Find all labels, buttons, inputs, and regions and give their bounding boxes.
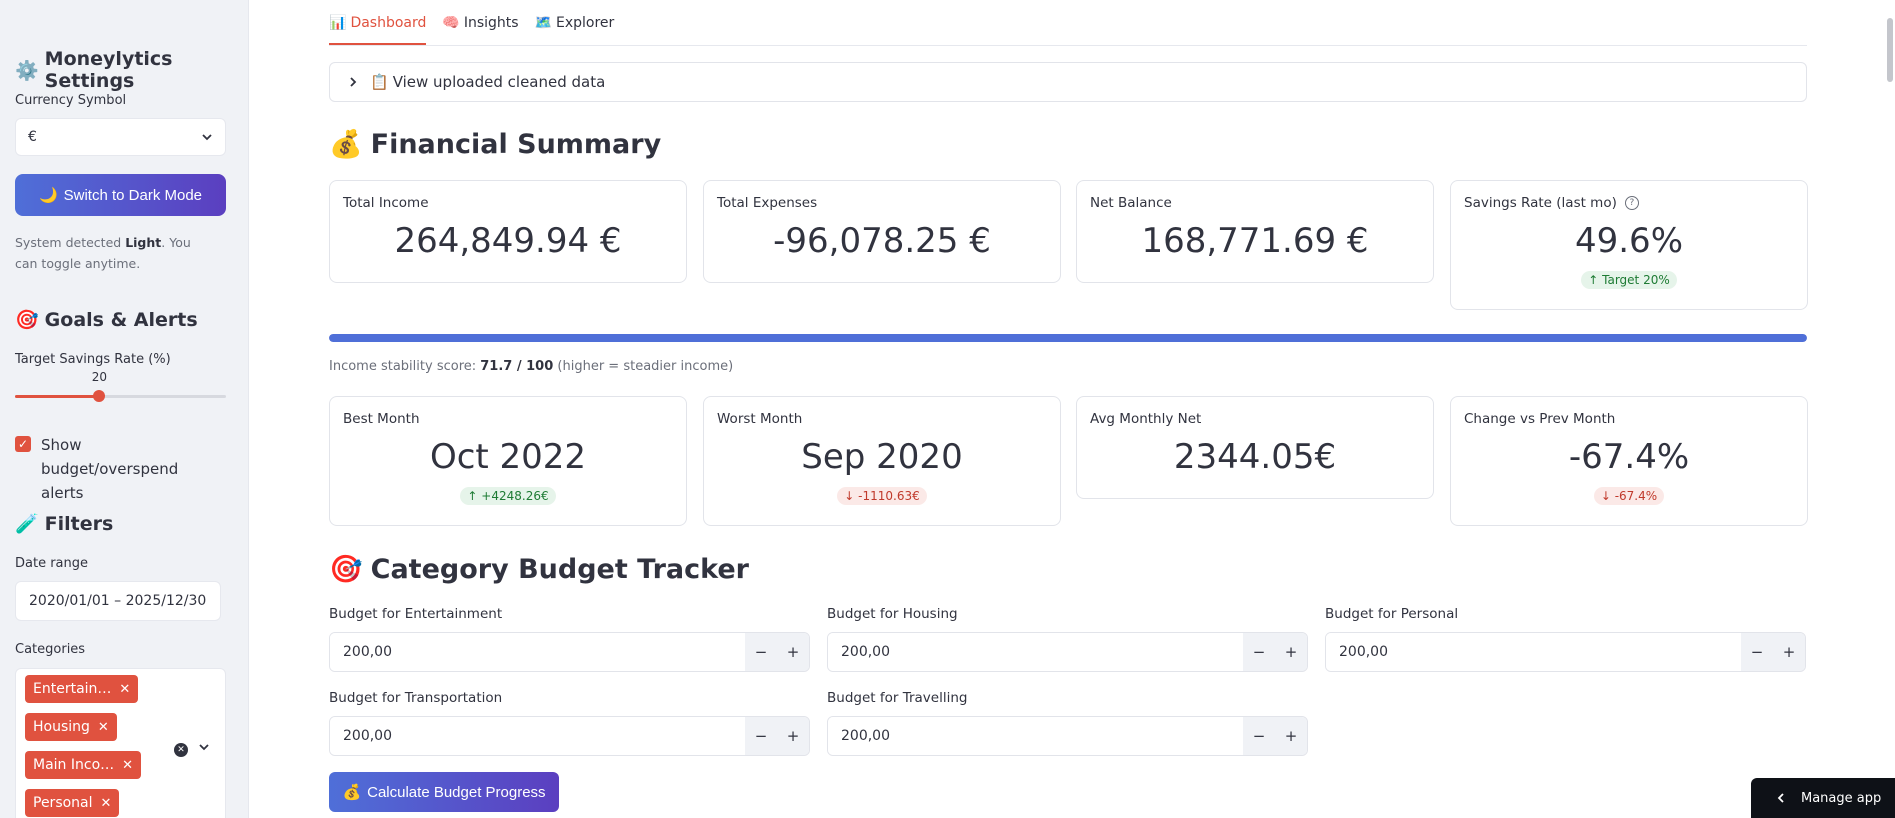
expander-label: View uploaded cleaned data: [392, 73, 606, 91]
gear-icon: ⚙️: [15, 59, 39, 82]
category-tag[interactable]: Housing ✕: [25, 713, 117, 741]
target-icon: 🎯: [15, 309, 39, 331]
increment-button[interactable]: +: [777, 633, 809, 671]
increment-button[interactable]: +: [1275, 633, 1307, 671]
decrement-button[interactable]: −: [745, 717, 777, 755]
metric-avg-monthly-net: Avg Monthly Net 2344.05€: [1076, 396, 1434, 499]
chevron-down-icon[interactable]: [198, 741, 210, 757]
map-icon: 🗺️: [534, 15, 553, 31]
worst-month-delta: ↓ -1110.63€: [837, 487, 927, 505]
metric-savings-rate: Savings Rate (last mo)? 49.6% ↑ Target 2…: [1450, 180, 1808, 310]
budget-input-entertainment[interactable]: 200,00 − +: [329, 632, 810, 672]
alerts-checkbox[interactable]: ✓: [15, 436, 31, 452]
metric-total-income: Total Income 264,849.94 €: [329, 180, 687, 283]
metric-worst-month: Worst Month Sep 2020 ↓ -1110.63€: [703, 396, 1061, 526]
moon-icon: 🌙: [38, 187, 58, 204]
decrement-button[interactable]: −: [1243, 633, 1275, 671]
chevron-down-icon: [202, 134, 212, 141]
tab-insights[interactable]: 🧠 Insights: [442, 15, 518, 45]
target-icon: 🎯: [329, 554, 363, 585]
budget-input-transportation[interactable]: 200,00 − +: [329, 716, 810, 756]
best-month-delta: ↑ +4248.26€: [460, 487, 556, 505]
cleaned-data-expander[interactable]: 📋 View uploaded cleaned data: [329, 62, 1807, 102]
goals-heading: 🎯 Goals & Alerts: [15, 308, 198, 332]
test-tube-icon: 🧪: [15, 513, 39, 535]
clear-all-icon[interactable]: ✕: [174, 743, 188, 757]
manage-app-button[interactable]: Manage app: [1751, 778, 1895, 818]
metric-total-expenses: Total Expenses -96,078.25 €: [703, 180, 1061, 283]
currency-label: Currency Symbol: [15, 93, 127, 108]
budget-input-personal[interactable]: 200,00 − +: [1325, 632, 1806, 672]
alerts-label: Show budget/overspend alerts: [41, 436, 179, 502]
budget-input-housing[interactable]: 200,00 − +: [827, 632, 1308, 672]
settings-heading: ⚙️ Moneylytics Settings: [15, 48, 173, 92]
filters-heading: 🧪 Filters: [15, 512, 114, 536]
money-bag-icon: 💰: [329, 129, 363, 160]
target-savings-slider[interactable]: [15, 390, 226, 402]
clipboard-icon: 📋: [370, 73, 389, 91]
change-delta: ↓ -67.4%: [1593, 487, 1665, 505]
category-tag[interactable]: Personal ✕: [25, 789, 120, 817]
metric-net-balance: Net Balance 168,771.69 €: [1076, 180, 1434, 283]
brain-icon: 🧠: [442, 15, 460, 31]
budget-tracker-heading: 🎯 Category Budget Tracker: [329, 553, 749, 586]
tab-bar: 📊 Dashboard 🧠 Insights 🗺️ Explorer: [329, 0, 1807, 46]
savings-delta: ↑ Target 20%: [1581, 271, 1677, 289]
help-icon[interactable]: ?: [1624, 196, 1639, 210]
budget-label: Budget for Transportation: [329, 690, 503, 706]
category-tag[interactable]: Main Inco… ✕: [25, 751, 142, 779]
category-tag[interactable]: Entertain… ✕: [25, 675, 139, 703]
calculate-budget-button[interactable]: 💰 Calculate Budget Progress: [329, 772, 559, 812]
tab-dashboard[interactable]: 📊 Dashboard: [329, 15, 427, 45]
slider-fill: [15, 395, 100, 398]
remove-icon[interactable]: ✕: [119, 682, 130, 697]
categories-multiselect[interactable]: Entertain… ✕ Housing ✕ Main Inco… ✕ Persona…: [15, 668, 226, 818]
tab-explorer[interactable]: 🗺️ Explorer: [535, 15, 615, 45]
decrement-button[interactable]: −: [1741, 633, 1773, 671]
budget-label: Budget for Entertainment: [329, 606, 503, 622]
money-bag-icon: 💰: [342, 784, 362, 801]
increment-button[interactable]: +: [777, 717, 809, 755]
currency-select[interactable]: €: [15, 118, 226, 156]
dark-mode-button[interactable]: 🌙 Switch to Dark Mode: [15, 174, 226, 216]
budget-label: Budget for Housing: [827, 606, 958, 622]
scrollbar[interactable]: [1887, 18, 1893, 82]
chevron-left-icon: [1777, 793, 1784, 803]
theme-hint: System detected Light. You can toggle an…: [15, 235, 191, 271]
slider-value: 20: [91, 370, 108, 384]
financial-summary-heading: 💰 Financial Summary: [329, 128, 662, 161]
decrement-button[interactable]: −: [1243, 717, 1275, 755]
remove-icon[interactable]: ✕: [101, 796, 112, 811]
stability-progress-bar: [329, 334, 1807, 342]
stability-score-text: Income stability score: 71.7 / 100 (high…: [329, 359, 734, 374]
metric-change-vs-prev: Change vs Prev Month -67.4% ↓ -67.4%: [1450, 396, 1808, 526]
progress-fill: [329, 334, 1807, 342]
budget-input-travelling[interactable]: 200,00 − +: [827, 716, 1308, 756]
chevron-right-icon: [350, 77, 357, 87]
slider-thumb[interactable]: [93, 390, 106, 402]
date-range-input[interactable]: 2020/01/01 – 2025/12/30: [15, 581, 221, 621]
remove-icon[interactable]: ✕: [98, 720, 109, 735]
increment-button[interactable]: +: [1275, 717, 1307, 755]
date-range-label: Date range: [15, 556, 89, 571]
chart-icon: 📊: [329, 15, 347, 31]
decrement-button[interactable]: −: [745, 633, 777, 671]
categories-label: Categories: [15, 642, 86, 657]
metric-best-month: Best Month Oct 2022 ↑ +4248.26€: [329, 396, 687, 526]
sidebar: ⚙️ Moneylytics Settings Currency Symbol …: [0, 0, 249, 818]
increment-button[interactable]: +: [1773, 633, 1805, 671]
budget-label: Budget for Travelling: [827, 690, 968, 706]
target-savings-label: Target Savings Rate (%): [15, 352, 171, 367]
budget-label: Budget for Personal: [1325, 606, 1459, 622]
remove-icon[interactable]: ✕: [122, 758, 133, 773]
